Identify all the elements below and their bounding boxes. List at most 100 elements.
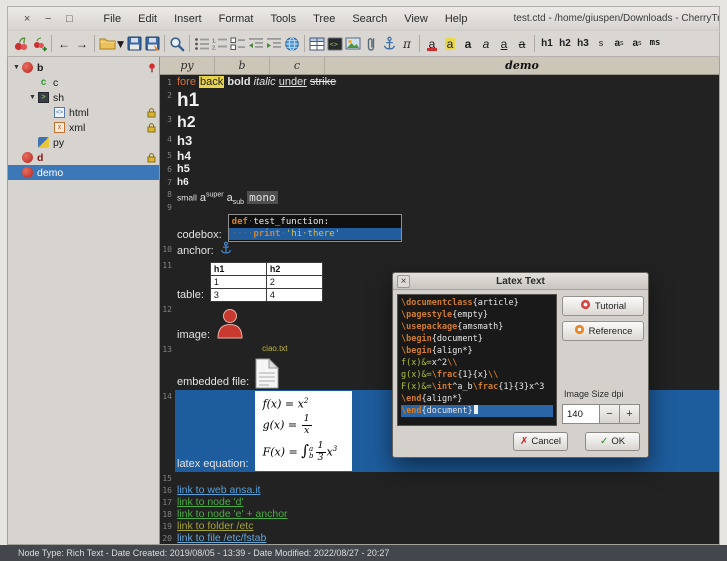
latex-dialog-footer: ✗ Cancel ✓ OK xyxy=(513,432,640,451)
insert-codebox-icon[interactable]: <> xyxy=(326,33,344,54)
toolbar-separator xyxy=(304,35,305,52)
node-add-icon[interactable] xyxy=(30,33,48,54)
text-line: 15 xyxy=(160,472,719,484)
menu-tools[interactable]: Tools xyxy=(268,12,298,26)
recent-node-py[interactable]: py xyxy=(160,57,215,74)
ok-button[interactable]: ✓ OK xyxy=(585,432,640,451)
table-header-cell: h1 xyxy=(210,263,266,276)
toolbar-separator xyxy=(164,35,165,52)
insert-table-icon[interactable] xyxy=(308,33,326,54)
maximize-icon[interactable]: □ xyxy=(63,11,75,26)
attach-file-icon[interactable] xyxy=(362,33,380,54)
line-number: 1 xyxy=(160,76,175,89)
foreground-color-icon[interactable]: a xyxy=(423,33,441,54)
tree-item-html[interactable]: html xyxy=(8,105,159,120)
insert-link-icon[interactable] xyxy=(283,33,301,54)
close-icon[interactable]: × xyxy=(21,11,33,26)
background-color-icon[interactable]: a xyxy=(441,33,459,54)
insert-image-icon[interactable] xyxy=(344,33,362,54)
monospace-icon[interactable]: ms xyxy=(646,33,664,54)
latex-source[interactable]: \documentclass{article}\pagestyle{empty}… xyxy=(397,294,557,426)
line-number: 8 xyxy=(160,188,175,201)
insert-anchor-icon[interactable] xyxy=(380,33,398,54)
go-forward-icon[interactable]: → xyxy=(73,33,91,54)
recent-docs-dropdown-icon[interactable]: ▼ xyxy=(116,33,125,54)
tree-item-xml[interactable]: xml xyxy=(8,120,159,135)
unindent-icon[interactable] xyxy=(247,33,265,54)
open-file-icon[interactable] xyxy=(98,33,116,54)
h2-icon[interactable]: h2 xyxy=(556,33,574,54)
tree-item-d[interactable]: d xyxy=(8,150,159,165)
bold-icon[interactable]: a xyxy=(459,33,477,54)
table-cell: 4 xyxy=(266,289,322,302)
toolbar: ←→▼1.2.<>πaaaaaah1h2h3sasasms xyxy=(7,30,720,57)
line-number: 18 xyxy=(160,508,175,520)
menu-file[interactable]: File xyxy=(101,12,123,26)
underline-icon[interactable]: a xyxy=(495,33,513,54)
todo-list-icon[interactable] xyxy=(229,33,247,54)
h3-icon[interactable]: h3 xyxy=(574,33,592,54)
menu-tree[interactable]: Tree xyxy=(311,12,337,26)
underline-text: under xyxy=(279,76,307,88)
node-link-e-anchor[interactable]: link to node 'e' + anchor xyxy=(177,508,288,520)
image-size-dpi-label: Image Size dpi xyxy=(562,389,644,399)
tree-item-py[interactable]: py xyxy=(8,135,159,150)
tree-item-b[interactable]: ▼b xyxy=(8,60,159,75)
italic-icon[interactable]: a xyxy=(477,33,495,54)
line-number: 10 xyxy=(160,243,175,259)
insert-latex-icon[interactable]: π xyxy=(398,33,416,54)
embedded-file-widget[interactable]: ciao.txt xyxy=(255,345,311,389)
web-link[interactable]: link to web ansa.it xyxy=(177,484,260,496)
save-icon[interactable] xyxy=(125,33,143,54)
go-back-icon[interactable]: ← xyxy=(55,33,73,54)
table-cell: 1 xyxy=(210,276,266,289)
file-link[interactable]: link to file /etc/fstab xyxy=(177,532,266,544)
tree-item-label: demo xyxy=(37,167,63,179)
person-image[interactable] xyxy=(216,307,244,342)
h1-icon[interactable]: h1 xyxy=(538,33,556,54)
minimize-icon[interactable]: − xyxy=(42,11,54,26)
recent-node-c[interactable]: c xyxy=(270,57,325,74)
menu-bar: File Edit Insert Format Tools Tree Search View H… xyxy=(101,12,469,26)
save-as-icon[interactable] xyxy=(143,33,161,54)
dialog-close-icon[interactable]: × xyxy=(397,275,410,288)
menu-format[interactable]: Format xyxy=(217,12,256,26)
menu-insert[interactable]: Insert xyxy=(172,12,204,26)
anchor-line: 10 anchor: xyxy=(160,243,719,259)
small-icon[interactable]: s xyxy=(592,33,610,54)
tree-expander-icon[interactable]: ▼ xyxy=(27,94,38,101)
tree-item-sh[interactable]: ▼sh xyxy=(8,90,159,105)
latex-equation-widget[interactable]: f(x) = x2 g(x) = 1x F(x) = ∫ab13x3 xyxy=(255,391,352,471)
numbered-list-icon[interactable]: 1.2. xyxy=(211,33,229,54)
menu-view[interactable]: View xyxy=(402,12,430,26)
menu-edit[interactable]: Edit xyxy=(136,12,159,26)
menu-search[interactable]: Search xyxy=(350,12,389,26)
find-icon[interactable] xyxy=(168,33,186,54)
dpi-decrease-button[interactable]: − xyxy=(600,404,620,424)
tutorial-button[interactable]: Tutorial xyxy=(562,296,644,316)
node-link-d[interactable]: link to node 'd' xyxy=(177,496,243,508)
reference-button[interactable]: Reference xyxy=(562,321,644,341)
tree-item-demo[interactable]: demo xyxy=(8,165,159,180)
bulleted-list-icon[interactable] xyxy=(193,33,211,54)
cancel-button[interactable]: ✗ Cancel xyxy=(513,432,568,451)
codebox-widget[interactable]: def·test_function:····print·'hi·there' xyxy=(228,214,402,242)
dpi-increase-button[interactable]: + xyxy=(620,404,640,424)
indent-icon[interactable] xyxy=(265,33,283,54)
text-line: 1 fore back bold italic under strike xyxy=(160,76,719,89)
text-line: 20 link to file /etc/fstab xyxy=(160,532,719,544)
folder-link[interactable]: link to folder /etc xyxy=(177,520,253,532)
text-line: 7 h6 xyxy=(160,176,719,188)
table-widget[interactable]: h1h21234 xyxy=(210,262,323,302)
strikethrough-icon[interactable]: a xyxy=(513,33,531,54)
superscript-icon[interactable]: as xyxy=(610,33,628,54)
cherry-icon[interactable] xyxy=(12,33,30,54)
tree-expander-icon[interactable]: ▼ xyxy=(11,64,22,71)
tree-item-c[interactable]: c xyxy=(8,75,159,90)
menu-help[interactable]: Help xyxy=(443,12,470,26)
recent-node-b[interactable]: b xyxy=(215,57,270,74)
dpi-value-input[interactable]: 140 xyxy=(562,404,600,424)
subscript-icon[interactable]: as xyxy=(628,33,646,54)
latex-dialog-sidebar: Tutorial Reference Image Size dpi 140 − … xyxy=(562,294,644,426)
anchor-widget-icon[interactable] xyxy=(220,241,232,258)
